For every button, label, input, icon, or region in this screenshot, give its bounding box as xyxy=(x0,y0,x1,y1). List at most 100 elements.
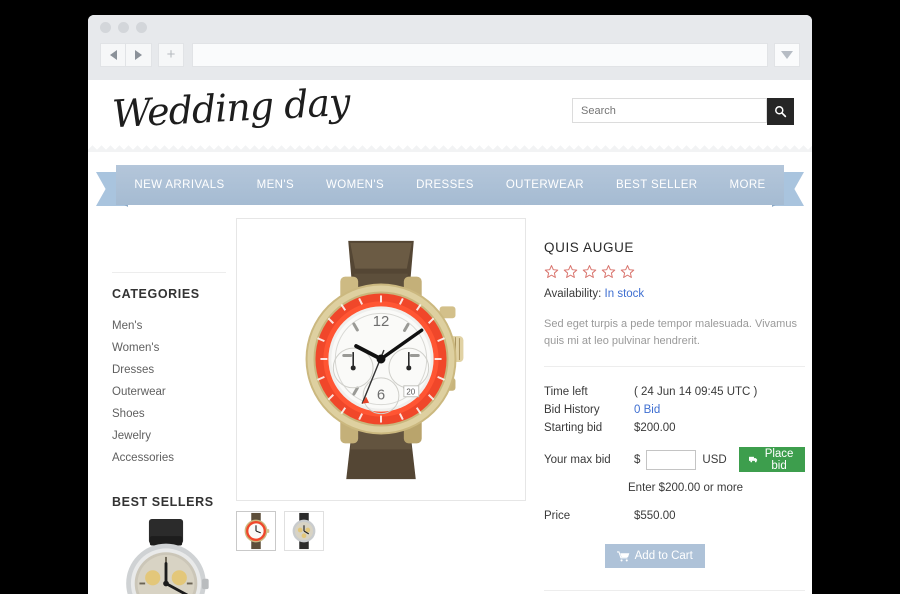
chevron-right-icon xyxy=(135,49,142,60)
nav-band: NEW ARRIVALS MEN'S WOMEN'S DRESSES OUTER… xyxy=(116,165,784,205)
max-bid-label: Your max bid xyxy=(544,453,611,466)
sidebar-item-jewelry[interactable]: Jewelry xyxy=(112,425,230,447)
product-main-image[interactable]: 12 6 20 xyxy=(236,218,526,501)
max-bid-input[interactable] xyxy=(646,449,697,470)
starting-bid-value: $200.00 xyxy=(634,422,676,435)
chevron-left-icon xyxy=(109,49,117,60)
nav-item-dresses[interactable]: DRESSES xyxy=(400,179,490,191)
sidebar-item-shoes[interactable]: Shoes xyxy=(112,403,230,425)
thumbnail-0[interactable] xyxy=(236,511,276,551)
search-input[interactable] xyxy=(572,98,767,123)
rating-stars[interactable] xyxy=(544,264,805,279)
close-window-button[interactable] xyxy=(100,22,111,33)
time-left-value: ( 24 Jun 14 09:45 UTC ) xyxy=(634,386,758,399)
add-to-cart-label: Add to Cart xyxy=(634,550,693,563)
browser-titlebar xyxy=(88,15,812,38)
sidebar-item-accessories[interactable]: Accessories xyxy=(112,447,230,469)
product-actions xyxy=(544,590,806,594)
shopping-cart-icon xyxy=(616,551,629,562)
bid-hint: Enter $200.00 or more xyxy=(628,482,744,495)
time-left-label: Time left xyxy=(544,386,588,399)
star-icon-5[interactable] xyxy=(620,264,635,279)
bid-history-row: Bid History 0 Bid xyxy=(544,401,805,419)
zigzag-divider xyxy=(88,144,812,152)
forward-button[interactable] xyxy=(126,42,152,67)
search-button[interactable] xyxy=(767,98,794,125)
maximize-window-button[interactable] xyxy=(136,22,147,33)
page-body: CATEGORIES Men's Women's Dresses Outerwe… xyxy=(88,218,812,594)
sidebar-item-dresses[interactable]: Dresses xyxy=(112,359,230,381)
window-controls xyxy=(100,22,147,33)
best-seller-product-image[interactable] xyxy=(118,519,214,594)
bid-info-table: Time left ( 24 Jun 14 09:45 UTC ) Bid Hi… xyxy=(544,383,806,495)
add-to-cart-wrap: Add to Cart xyxy=(544,544,805,569)
bid-history-link[interactable]: 0 Bid xyxy=(634,404,660,416)
time-left-row: Time left ( 24 Jun 14 09:45 UTC ) xyxy=(544,383,805,401)
place-bid-button[interactable]: Place bid xyxy=(738,447,806,473)
price-label: Price xyxy=(544,510,571,523)
main-navigation: NEW ARRIVALS MEN'S WOMEN'S DRESSES OUTER… xyxy=(88,160,812,218)
star-icon-3[interactable] xyxy=(582,264,597,279)
product-description: Sed eget turpis a pede tempor malesuada.… xyxy=(544,316,806,368)
nav-item-new-arrivals[interactable]: NEW ARRIVALS xyxy=(118,179,240,191)
site-logo[interactable]: Wedding day xyxy=(111,80,351,136)
chevron-down-icon xyxy=(781,50,793,59)
plus-icon: + xyxy=(166,46,176,63)
currency-symbol: $ xyxy=(634,453,641,466)
new-tab-button[interactable]: + xyxy=(158,42,184,67)
silver-watch-image xyxy=(126,519,209,594)
availability-value: In stock xyxy=(604,288,645,300)
product-title: QUIS AUGUE xyxy=(544,240,635,255)
gold-watch-thumbnail-icon xyxy=(244,512,270,550)
bid-form: Your max bid $ USD Place bid xyxy=(544,447,806,473)
add-to-cart-button[interactable]: Add to Cart xyxy=(604,544,705,569)
nav-item-outerwear[interactable]: OUTERWEAR xyxy=(490,179,600,191)
starting-bid-label: Starting bid xyxy=(544,422,603,435)
back-button[interactable] xyxy=(100,42,126,67)
product-gallery: 12 6 20 xyxy=(236,218,528,594)
svg-text:20: 20 xyxy=(406,388,415,397)
address-dropdown-button[interactable] xyxy=(774,42,800,67)
svg-text:12: 12 xyxy=(373,314,390,330)
price-value: $550.00 xyxy=(634,510,676,523)
browser-toolbar: + xyxy=(88,38,812,80)
nav-item-mens[interactable]: MEN'S xyxy=(241,179,310,191)
page-content: Wedding day NEW ARRIVALS MEN'S xyxy=(88,80,812,594)
sidebar-item-mens[interactable]: Men's xyxy=(112,315,230,337)
svg-text:6: 6 xyxy=(377,388,385,404)
sidebar-item-outerwear[interactable]: Outerwear xyxy=(112,381,230,403)
gold-watch-image: 12 6 20 xyxy=(305,240,464,480)
thumbnail-list xyxy=(236,511,528,551)
product-area: 12 6 20 QUIS AUGUE Availability: In stoc… xyxy=(230,218,806,594)
silver-watch-thumbnail-icon xyxy=(292,512,316,550)
search-icon xyxy=(775,106,787,118)
sidebar: CATEGORIES Men's Women's Dresses Outerwe… xyxy=(106,218,230,594)
best-sellers-block: BEST SELLERS xyxy=(112,495,230,594)
product-details: QUIS AUGUE Availability: In stock Sed eg… xyxy=(528,218,806,594)
nav-item-womens[interactable]: WOMEN'S xyxy=(310,179,400,191)
nav-item-best-seller[interactable]: BEST SELLER xyxy=(600,179,714,191)
star-icon-2[interactable] xyxy=(563,264,578,279)
sidebar-divider xyxy=(112,272,226,273)
search-box xyxy=(572,98,794,125)
address-bar[interactable] xyxy=(192,42,768,67)
browser-window: + Wedding day Search NEW ARRIVALS MEN'S … xyxy=(88,15,812,594)
sidebar-item-womens[interactable]: Women's xyxy=(112,337,230,359)
categories-heading: CATEGORIES xyxy=(112,287,200,301)
price-row: Price $550.00 xyxy=(544,510,805,522)
bid-history-label: Bid History xyxy=(544,404,600,417)
nav-item-more[interactable]: MORE xyxy=(714,179,782,191)
truck-icon xyxy=(748,456,757,463)
availability-label: Availability: xyxy=(544,288,602,300)
availability-row: Availability: In stock xyxy=(544,288,805,300)
thumbnail-1[interactable] xyxy=(284,511,324,551)
starting-bid-row: Starting bid $200.00 xyxy=(544,419,805,437)
star-icon-1[interactable] xyxy=(544,264,559,279)
currency-code: USD xyxy=(702,453,727,466)
site-header: Wedding day xyxy=(88,80,812,144)
star-icon-4[interactable] xyxy=(601,264,616,279)
best-sellers-heading: BEST SELLERS xyxy=(112,495,214,509)
place-bid-label: Place bid xyxy=(764,447,794,472)
minimize-window-button[interactable] xyxy=(118,22,129,33)
